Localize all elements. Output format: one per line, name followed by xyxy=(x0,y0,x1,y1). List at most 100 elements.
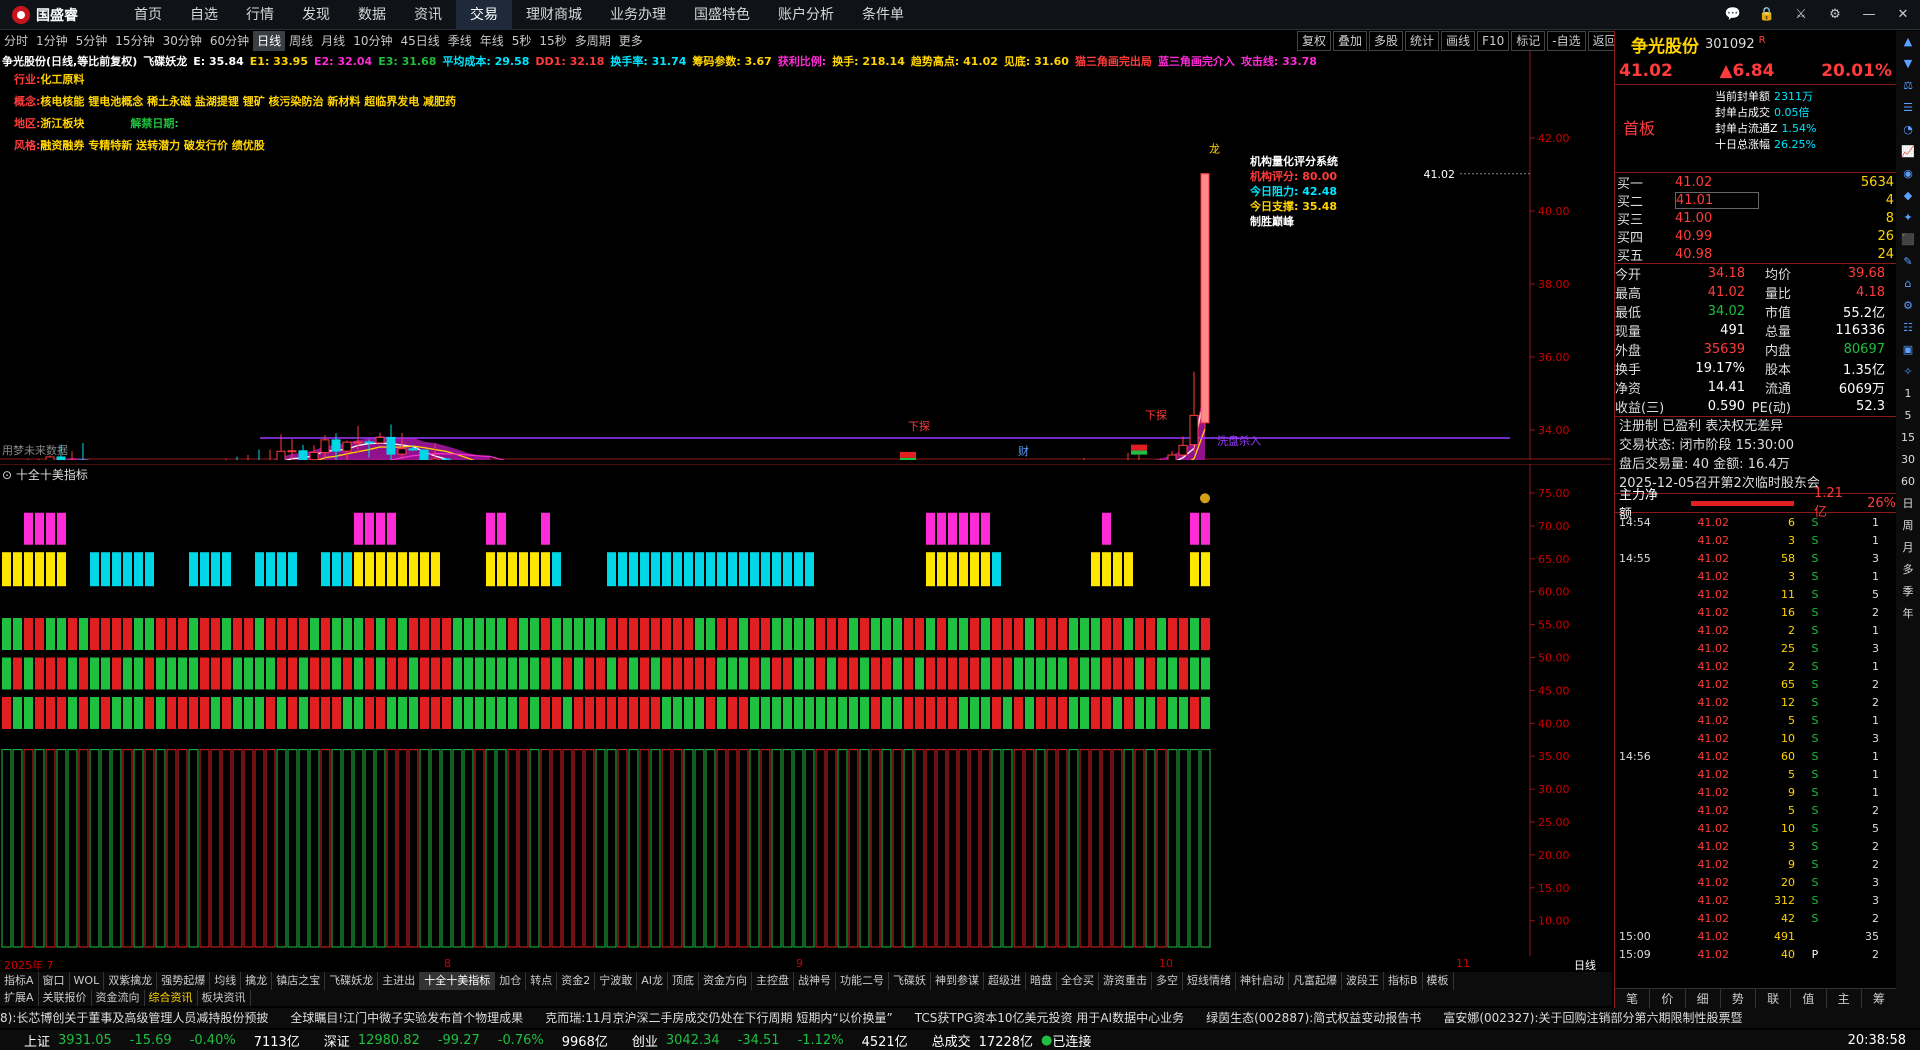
menu-item-11[interactable]: 条件单 xyxy=(848,0,918,30)
indicator-tab-24[interactable]: 暗盘 xyxy=(1026,972,1057,990)
indicator-tab-28[interactable]: 短线情绪 xyxy=(1183,972,1236,990)
indicator-tab-12[interactable]: 转点 xyxy=(526,972,558,990)
indicator-tab-20[interactable]: 功能二号 xyxy=(836,972,889,990)
side-icon-0[interactable]: ▲ xyxy=(1904,34,1912,50)
indicator-tab-23[interactable]: 超级进 xyxy=(984,972,1026,990)
side-icon-1[interactable]: ▼ xyxy=(1904,56,1912,72)
ticker-item-5[interactable]: 富安娜(002327):关于回购注销部分第六期限制性股票暨 xyxy=(1443,1011,1742,1025)
side-icon-13[interactable]: ☷ xyxy=(1903,320,1913,336)
period-6[interactable]: 日线 xyxy=(253,31,286,51)
indicator-tab-7[interactable]: 镇店之宝 xyxy=(272,972,326,990)
tool-button-5[interactable]: F10 xyxy=(1477,31,1510,51)
period-12[interactable]: 年线 xyxy=(476,31,508,51)
ticker-item-0[interactable]: 8):长芯博创关于董事及高级管理人员减持股份预披 xyxy=(0,1011,268,1025)
side-period-0[interactable]: 1 xyxy=(1905,386,1912,402)
period-9[interactable]: 10分钟 xyxy=(349,31,396,51)
lower-indicator-pane[interactable]: 75.00 70.00 65.00 60.00 55.00 50.00 45.00 40.00… xyxy=(0,463,1612,956)
menu-item-2[interactable]: 行情 xyxy=(232,0,288,30)
indicator-tab-3[interactable]: 双紫擒龙 xyxy=(104,972,158,990)
window-control-1[interactable]: 🔒 xyxy=(1754,5,1780,25)
side-icon-8[interactable]: ✦ xyxy=(1903,210,1912,226)
period-3[interactable]: 15分钟 xyxy=(111,31,158,51)
indicator-tab-29[interactable]: 神针启动 xyxy=(1236,972,1289,990)
ticker-item-2[interactable]: 克而瑞:11月京沪深二手房成交仍处在下行周期 短期内“以价换量” xyxy=(545,1011,893,1025)
side-period-6[interactable]: 周 xyxy=(1903,518,1914,534)
side-icon-14[interactable]: ▣ xyxy=(1903,342,1913,358)
menu-item-1[interactable]: 自选 xyxy=(176,0,232,30)
tool-button-3[interactable]: 统计 xyxy=(1405,31,1440,51)
indicator-tab-13[interactable]: 资金2 xyxy=(557,972,596,990)
news-ticker[interactable]: 8):长芯博创关于董事及高级管理人员减持股份预披 全球瞩目!江门中微子实验发布首个… xyxy=(0,1008,1920,1028)
indicator-tab-15[interactable]: AI龙 xyxy=(637,972,668,990)
side-icon-3[interactable]: ☰ xyxy=(1903,100,1913,116)
indicator-tab-19[interactable]: 战神号 xyxy=(794,972,836,990)
right-tab-7[interactable]: 筹 xyxy=(1862,989,1897,1008)
tool-button-0[interactable]: 复权 xyxy=(1297,31,1332,51)
menu-item-5[interactable]: 资讯 xyxy=(400,0,456,30)
menu-item-4[interactable]: 数据 xyxy=(344,0,400,30)
right-tab-0[interactable]: 笔 xyxy=(1615,989,1651,1008)
window-control-4[interactable]: — xyxy=(1856,5,1882,25)
side-icon-6[interactable]: ◉ xyxy=(1903,166,1913,182)
indicator-tab-32[interactable]: 指标B xyxy=(1384,972,1423,990)
right-tab-4[interactable]: 联 xyxy=(1756,989,1792,1008)
indicator-tab-8[interactable]: 飞碟妖龙 xyxy=(325,972,379,990)
tool-button-4[interactable]: 画线 xyxy=(1441,31,1476,51)
menu-item-8[interactable]: 业务办理 xyxy=(596,0,680,30)
indicator-tab-17[interactable]: 资金方向 xyxy=(699,972,752,990)
indicator-tab-0[interactable]: 指标A xyxy=(0,972,39,990)
side-period-5[interactable]: 日 xyxy=(1903,496,1914,512)
side-period-7[interactable]: 月 xyxy=(1903,540,1914,556)
menu-item-3[interactable]: 发现 xyxy=(288,0,344,30)
period-10[interactable]: 45日线 xyxy=(396,31,443,51)
indicator-tab-9[interactable]: 主进出 xyxy=(378,972,421,990)
side-icon-7[interactable]: ◆ xyxy=(1904,188,1912,204)
period-11[interactable]: 季线 xyxy=(444,31,476,51)
side-period-10[interactable]: 年 xyxy=(1903,606,1914,622)
side-icon-2[interactable]: ⚖ xyxy=(1903,78,1913,94)
window-control-3[interactable]: ⚙ xyxy=(1822,5,1848,25)
period-13[interactable]: 5秒 xyxy=(508,31,536,51)
menu-item-0[interactable]: 首页 xyxy=(120,0,176,30)
sub-tab-4[interactable]: 板块资讯 xyxy=(198,990,251,1006)
side-icon-4[interactable]: ◔ xyxy=(1903,122,1913,138)
sub-tab-0[interactable]: 扩展A xyxy=(0,990,39,1006)
period-15[interactable]: 多周期 xyxy=(571,31,615,51)
tool-button-2[interactable]: 多股 xyxy=(1369,31,1404,51)
side-icon-10[interactable]: ✎ xyxy=(1903,254,1912,270)
indicator-tab-1[interactable]: 窗口 xyxy=(39,972,70,990)
right-tab-6[interactable]: 主 xyxy=(1827,989,1862,1008)
period-2[interactable]: 5分钟 xyxy=(72,31,112,51)
main-kline-chart[interactable]: 42.0040.0038.0036.0034.0032.0030.0028.00… xyxy=(0,51,1612,460)
side-icon-15[interactable]: ✧ xyxy=(1903,364,1912,380)
period-1[interactable]: 1分钟 xyxy=(32,31,72,51)
tool-button-6[interactable]: 标记 xyxy=(1511,31,1546,51)
side-period-1[interactable]: 5 xyxy=(1905,408,1912,424)
period-4[interactable]: 30分钟 xyxy=(159,31,206,51)
side-period-3[interactable]: 30 xyxy=(1901,452,1915,468)
tool-button-1[interactable]: 叠加 xyxy=(1333,31,1368,51)
indicator-tab-10[interactable]: 十全十美指标 xyxy=(420,972,496,990)
right-tab-5[interactable]: 值 xyxy=(1791,989,1827,1008)
indicator-tab-31[interactable]: 波段王 xyxy=(1342,972,1384,990)
ticker-item-4[interactable]: 绿茵生态(002887):简式权益变动报告书 xyxy=(1206,1011,1421,1025)
indicator-tab-14[interactable]: 宁波敢 xyxy=(595,972,638,990)
indicator-tab-16[interactable]: 顶底 xyxy=(668,972,699,990)
indicator-tab-5[interactable]: 均线 xyxy=(210,972,242,990)
ticker-item-1[interactable]: 全球瞩目!江门中微子实验发布首个物理成果 xyxy=(290,1011,523,1025)
right-tab-2[interactable]: 细 xyxy=(1686,989,1721,1008)
tool-button-7[interactable]: -自选 xyxy=(1547,31,1586,51)
period-8[interactable]: 月线 xyxy=(317,31,349,51)
side-icon-11[interactable]: ⌂ xyxy=(1905,276,1912,292)
period-16[interactable]: 更多 xyxy=(615,31,647,51)
period-0[interactable]: 分时 xyxy=(0,31,32,51)
side-icon-5[interactable]: 📈 xyxy=(1901,144,1915,160)
side-icon-12[interactable]: ⚙ xyxy=(1903,298,1913,314)
indicator-tab-21[interactable]: 飞碟妖 xyxy=(889,972,931,990)
indicator-tab-11[interactable]: 加仓 xyxy=(495,972,527,990)
ticker-item-3[interactable]: TCS获TPG资本10亿美元投资 用于AI数据中心业务 xyxy=(915,1011,1184,1025)
period-7[interactable]: 周线 xyxy=(285,31,317,51)
side-icon-9[interactable]: ⬛ xyxy=(1901,232,1915,248)
right-tab-3[interactable]: 势 xyxy=(1721,989,1756,1008)
menu-item-7[interactable]: 理财商城 xyxy=(512,0,596,30)
